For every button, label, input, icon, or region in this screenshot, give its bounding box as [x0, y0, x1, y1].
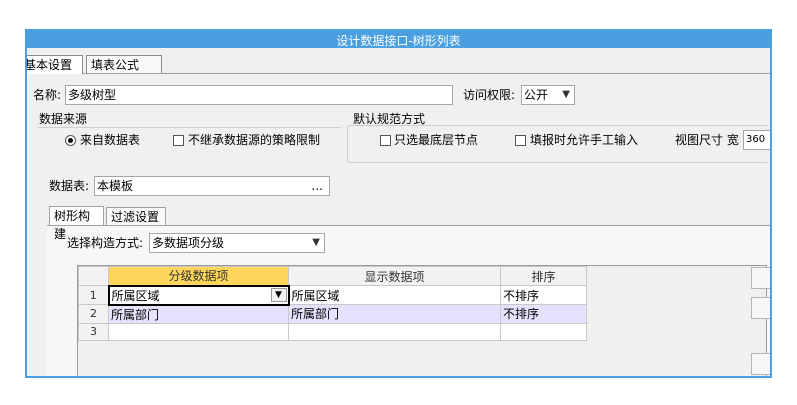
table-row[interactable]: 3	[78, 322, 587, 341]
level-grid: 分级数据项 显示数据项 排序 1 所属区域 ▼ 所属区域 不排序 2 所属部门 …	[77, 265, 767, 376]
build-mode-select[interactable]: 多数据项分级 ▼	[149, 233, 325, 253]
level-cell-value: 所属区域	[111, 288, 160, 303]
tab-basic-settings-label: 基本设置	[25, 58, 73, 72]
subtab-tree-build[interactable]: 树形构建	[49, 206, 104, 241]
title-bar: 设计数据接口-树形列表	[27, 31, 770, 48]
level-cell[interactable]: 所属部门	[108, 304, 289, 324]
from-table-radio[interactable]	[65, 135, 76, 146]
chevron-down-icon: ▼	[562, 89, 570, 100]
window-title: 设计数据接口-树形列表	[336, 34, 461, 48]
manual-input-checkbox[interactable]	[515, 135, 526, 146]
access-select-value: 公开	[524, 88, 549, 102]
access-select[interactable]: 公开 ▼	[521, 85, 575, 105]
level-grid-table: 分级数据项 显示数据项 排序 1 所属区域 ▼ 所属区域 不排序 2 所属部门 …	[78, 266, 587, 341]
build-mode-label: 选择构造方式:	[67, 236, 144, 250]
name-input[interactable]: 多级树型	[65, 85, 453, 105]
table-input[interactable]: 本模板 ...	[94, 176, 330, 196]
leaf-only-checkbox[interactable]	[380, 135, 391, 146]
subtab-filter-settings-label: 过滤设置	[111, 210, 160, 224]
from-table-label: 来自数据表	[80, 133, 141, 147]
grid-side-button-3[interactable]	[751, 353, 770, 375]
tab-basic-settings[interactable]: 基本设置	[25, 55, 83, 74]
grid-side-button-1[interactable]	[751, 267, 770, 289]
grid-header-sort[interactable]: 排序	[500, 266, 587, 286]
display-cell[interactable]: 所属区域	[288, 285, 501, 305]
leaf-only-label: 只选最底层节点	[394, 133, 479, 147]
datasource-group-line	[37, 127, 341, 128]
tab-fill-formula-label: 填表公式	[91, 58, 140, 72]
view-size-label: 视图尺寸 宽	[675, 133, 739, 147]
table-browse-button[interactable]: ...	[312, 177, 323, 195]
chevron-down-icon: ▼	[312, 237, 320, 248]
row-number: 3	[78, 322, 109, 341]
sort-cell[interactable]	[500, 322, 587, 341]
table-row[interactable]: 1 所属区域 ▼ 所属区域 不排序	[78, 284, 587, 306]
grid-header-level[interactable]: 分级数据项	[108, 266, 289, 286]
no-inherit-checkbox[interactable]	[173, 135, 184, 146]
sort-cell[interactable]: 不排序	[500, 285, 587, 305]
subtab-filter-settings[interactable]: 过滤设置	[106, 207, 166, 225]
chevron-down-icon[interactable]: ▼	[270, 287, 287, 302]
row-number: 1	[78, 285, 109, 305]
dialog-window: 设计数据接口-树形列表 基本设置 填表公式 名称: 多级树型 访问权限: 公开 …	[25, 29, 772, 378]
table-input-value: 本模板	[97, 179, 134, 193]
grid-corner	[78, 266, 109, 286]
name-label: 名称:	[33, 88, 62, 102]
row-number: 2	[78, 304, 109, 324]
datasource-group-title: 数据来源	[39, 112, 88, 126]
tab-divider	[27, 73, 770, 74]
level-cell-editor[interactable]: 所属区域 ▼	[107, 284, 290, 306]
manual-input-label: 填报时允许手工输入	[530, 133, 639, 147]
view-size-input[interactable]: 360	[743, 130, 770, 150]
tab-fill-formula[interactable]: 填表公式	[86, 55, 162, 73]
sort-cell[interactable]: 不排序	[500, 304, 587, 324]
grid-header-display[interactable]: 显示数据项	[288, 266, 501, 286]
level-cell[interactable]	[108, 322, 289, 341]
grid-side-button-2[interactable]	[751, 297, 770, 319]
table-label: 数据表:	[49, 179, 90, 193]
main-tabs: 基本设置 填表公式	[27, 55, 770, 74]
display-cell[interactable]	[288, 322, 501, 341]
access-label: 访问权限:	[463, 88, 516, 102]
display-cell[interactable]: 所属部门	[288, 304, 501, 324]
build-mode-value: 多数据项分级	[152, 236, 225, 250]
table-row[interactable]: 2 所属部门 所属部门 不排序	[78, 304, 587, 324]
no-inherit-label: 不继承数据源的策略限制	[188, 133, 321, 147]
